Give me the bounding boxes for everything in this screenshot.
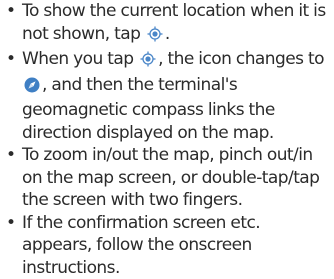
instruction-list: • To show the current location when it i… xyxy=(6,0,330,279)
item-text: To show the current location when it is … xyxy=(22,1,326,44)
item-text-end: , and then the terminal's geomagnetic co… xyxy=(22,75,275,143)
list-item: • If the confirmation screen etc. appear… xyxy=(6,212,330,279)
bullet-marker: • xyxy=(6,212,20,235)
bullet-marker: • xyxy=(6,144,20,167)
list-item: • When you tap , the icon changes to , a… xyxy=(6,48,330,144)
list-item: • To show the current location when it i… xyxy=(6,0,330,48)
bullet-marker: • xyxy=(6,48,20,71)
bullet-marker: • xyxy=(6,0,20,23)
list-item: • To zoom in/out the map, pinch out/in o… xyxy=(6,144,330,212)
instruction-document: • To show the current location when it i… xyxy=(0,0,334,276)
current-location-icon xyxy=(140,51,156,74)
item-text: To zoom in/out the map, pinch out/in on … xyxy=(22,145,319,210)
item-text-middle: , the icon changes to xyxy=(158,49,324,69)
current-location-icon xyxy=(147,26,163,49)
item-text: If the confirmation screen etc. appears,… xyxy=(22,213,260,278)
item-text: When you tap xyxy=(22,49,138,69)
item-text-end: . xyxy=(165,24,170,44)
compass-mode-icon xyxy=(24,77,40,100)
